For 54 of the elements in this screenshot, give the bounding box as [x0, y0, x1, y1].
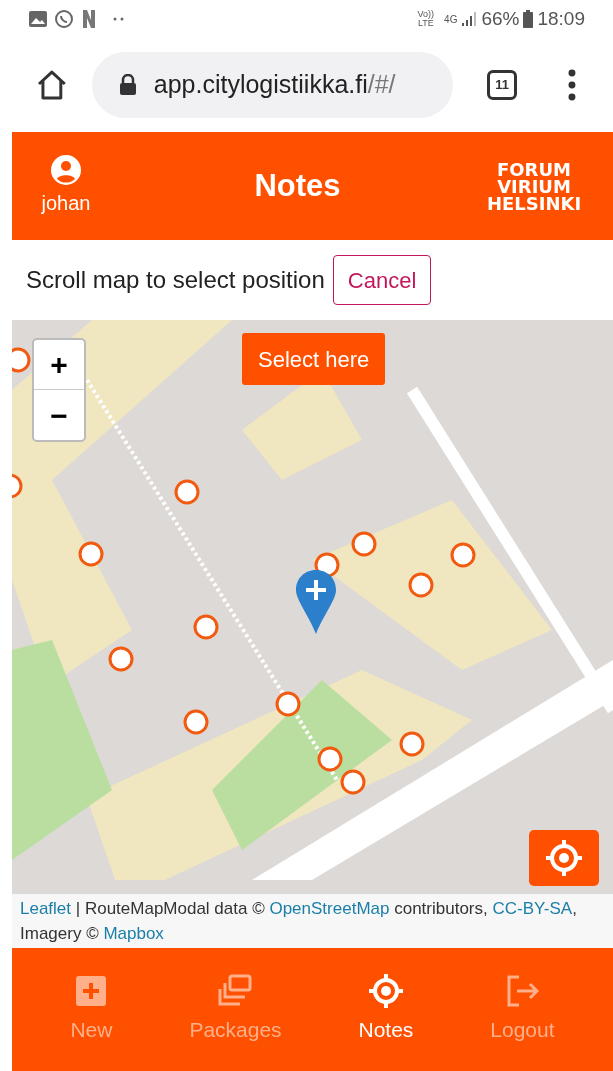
attribution-link[interactable]: OpenStreetMap: [269, 899, 390, 918]
logout-icon: [505, 973, 540, 1008]
attribution-link[interactable]: Mapbox: [103, 924, 164, 943]
map-pin-icon[interactable]: [294, 568, 338, 636]
location-marker[interactable]: [183, 709, 209, 735]
location-marker[interactable]: [275, 691, 301, 717]
attribution-link[interactable]: CC-BY-SA: [492, 899, 573, 918]
signal-icon: [461, 11, 478, 27]
location-marker[interactable]: [351, 531, 377, 557]
select-here-button[interactable]: Select here: [242, 333, 386, 385]
cancel-button[interactable]: Cancel: [332, 255, 432, 305]
lock-icon: [117, 74, 138, 96]
username: johan: [41, 191, 91, 216]
battery-label: 66%: [481, 6, 520, 31]
location-marker[interactable]: [408, 572, 434, 598]
location-marker[interactable]: [108, 646, 134, 672]
attribution-link[interactable]: Leaflet: [20, 899, 72, 918]
location-marker[interactable]: [450, 542, 476, 568]
nav-tab[interactable]: Notes: [358, 973, 414, 1046]
tab-count-button[interactable]: 11: [487, 70, 518, 100]
user-icon[interactable]: [50, 154, 82, 186]
chat-bubble-icon: [54, 9, 74, 29]
logo-text: FORUM VIRIUM HELSINKI: [485, 160, 583, 212]
clock: 18:09: [537, 6, 585, 31]
home-icon[interactable]: [36, 70, 68, 100]
page-title: Notes: [253, 166, 342, 205]
target-icon: [545, 839, 583, 877]
address-bar[interactable]: app.citylogistiikka.fi/#/: [91, 52, 454, 118]
letter-n-icon: [82, 9, 96, 29]
battery-icon: [523, 10, 534, 28]
network-label: 4G: [444, 12, 458, 27]
locate-button[interactable]: [529, 830, 599, 886]
menu-icon[interactable]: [567, 69, 577, 101]
volte-label: Vo)): [417, 10, 435, 19]
location-marker[interactable]: [12, 473, 23, 499]
image-icon: [28, 10, 48, 28]
location-marker[interactable]: [399, 731, 425, 757]
plus-square-icon: [74, 973, 109, 1008]
more-dots-icon: [112, 17, 126, 21]
location-marker[interactable]: [174, 479, 200, 505]
target-icon: [368, 973, 403, 1008]
location-marker[interactable]: [317, 746, 343, 772]
zoom-out-button[interactable]: −: [34, 390, 84, 440]
instruction-text: Scroll map to select position: [26, 265, 325, 295]
location-marker[interactable]: [340, 769, 366, 795]
location-marker[interactable]: [78, 541, 104, 567]
location-marker[interactable]: [193, 614, 219, 640]
lte-label: LTE: [417, 19, 434, 28]
url-text: app.citylogistiikka.fi/#/: [153, 69, 396, 101]
zoom-in-button[interactable]: +: [34, 340, 84, 390]
stacked-cards-icon: [218, 973, 253, 1008]
map[interactable]: + − Select here Leaflet | RouteMapModal data © OpenStreetMap contributors, CC-BY-SA, Imagery © Mapbox: [12, 320, 613, 948]
map-attribution: Leaflet | RouteMapModal data © OpenStreetMap contributors, CC-BY-SA, Imagery © Mapbox: [12, 894, 613, 948]
location-marker[interactable]: [12, 347, 31, 373]
